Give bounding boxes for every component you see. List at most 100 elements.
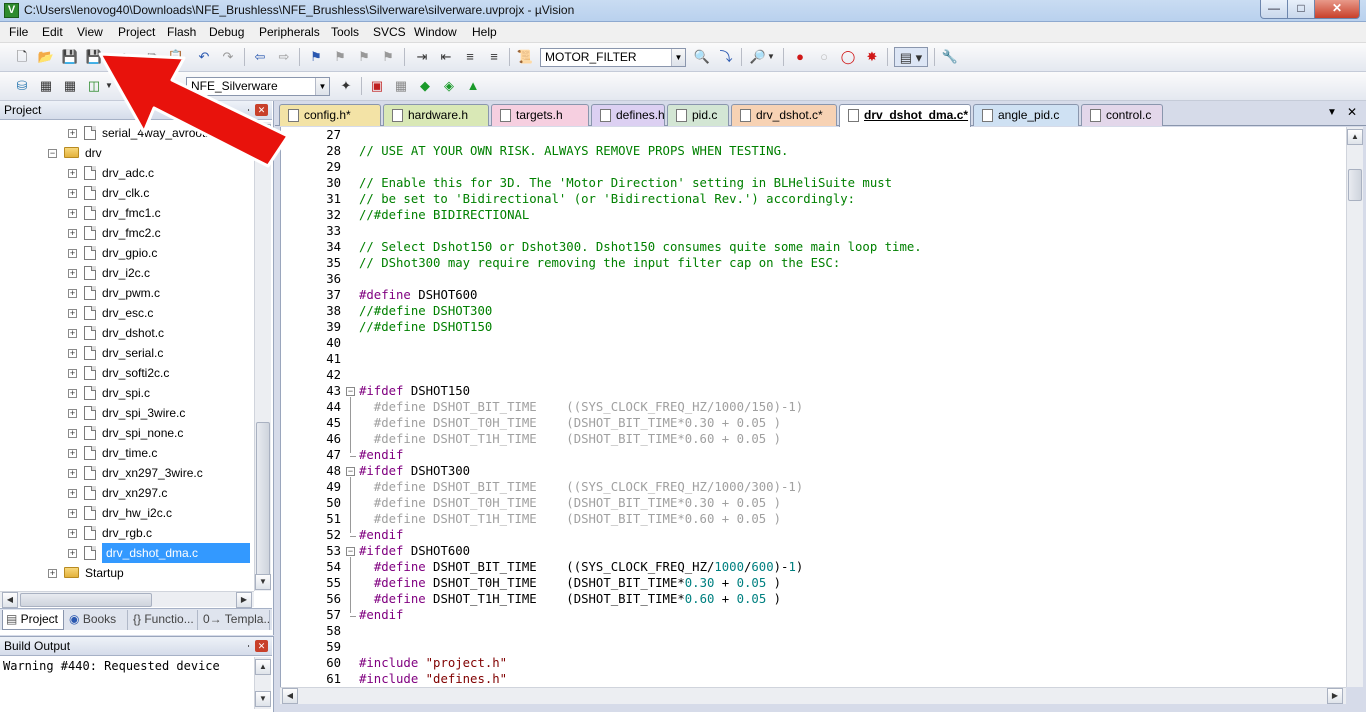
select-packs-button[interactable]: ▦: [391, 76, 411, 96]
menu-flash[interactable]: Flash: [167, 25, 196, 39]
enable-breakpoint-button[interactable]: ○: [814, 47, 834, 67]
debug-session-button[interactable]: 🔎: [748, 47, 768, 67]
tab-list-dropdown-icon[interactable]: ▼: [1327, 107, 1337, 118]
bookmark-next-button[interactable]: ⚑: [354, 47, 374, 67]
expand-icon[interactable]: +: [68, 349, 77, 358]
editor-tab[interactable]: hardware.h: [383, 104, 489, 126]
expand-icon[interactable]: +: [68, 389, 77, 398]
scroll-down-icon[interactable]: ▼: [255, 691, 271, 707]
tab-books[interactable]: ◉ Books: [66, 610, 128, 630]
expand-icon[interactable]: +: [68, 429, 77, 438]
menu-window[interactable]: Window: [414, 25, 457, 39]
menu-svcs[interactable]: SVCS: [373, 25, 406, 39]
scroll-up-icon[interactable]: ▲: [1347, 129, 1363, 145]
expand-icon[interactable]: +: [68, 129, 77, 138]
expand-icon[interactable]: +: [68, 329, 77, 338]
expand-icon[interactable]: +: [68, 169, 77, 178]
tree-file[interactable]: + drv_serial.c: [0, 343, 256, 363]
expand-icon[interactable]: +: [68, 509, 77, 518]
expand-icon[interactable]: +: [68, 309, 77, 318]
expand-icon[interactable]: +: [68, 369, 77, 378]
expand-icon[interactable]: +: [68, 449, 77, 458]
tree-file[interactable]: + drv_time.c: [0, 443, 256, 463]
editor-tab[interactable]: drv_dshot.c*: [731, 104, 837, 126]
expand-icon[interactable]: +: [68, 469, 77, 478]
scroll-up-icon[interactable]: ▲: [255, 659, 271, 675]
tree-file[interactable]: + drv_hw_i2c.c: [0, 503, 256, 523]
menu-view[interactable]: View: [77, 25, 103, 39]
tree-file[interactable]: + drv_spi.c: [0, 383, 256, 403]
editor-tab[interactable]: drv_dshot_dma.c*: [839, 104, 971, 127]
tree-file[interactable]: + drv_xn297_3wire.c: [0, 463, 256, 483]
incremental-find-button[interactable]: ⤵: [716, 47, 736, 67]
expand-icon[interactable]: +: [48, 569, 57, 578]
scroll-right-icon[interactable]: ▶: [236, 592, 252, 608]
editor-tab[interactable]: angle_pid.c: [973, 104, 1079, 126]
insert-breakpoint-button[interactable]: ●: [790, 47, 810, 67]
disable-all-breakpoints-button[interactable]: ◯: [838, 47, 858, 67]
tree-file[interactable]: + drv_fmc2.c: [0, 223, 256, 243]
comment-button[interactable]: ≡: [460, 47, 480, 67]
expand-icon[interactable]: +: [68, 269, 77, 278]
fold-toggle-icon[interactable]: −: [346, 467, 355, 476]
indent-button[interactable]: ⇥: [412, 47, 432, 67]
expand-icon[interactable]: +: [68, 209, 77, 218]
expand-icon[interactable]: +: [68, 529, 77, 538]
bookmark-clear-button[interactable]: ⚑: [378, 47, 398, 67]
tab-templates[interactable]: 0→ Templa...: [200, 610, 270, 630]
tree-scroll-thumb[interactable]: [256, 422, 270, 582]
tree-file[interactable]: + drv_spi_3wire.c: [0, 403, 256, 423]
expand-icon[interactable]: +: [68, 489, 77, 498]
rebuild-button[interactable]: ▦: [60, 76, 80, 96]
pack-installer-button[interactable]: ◈: [439, 76, 459, 96]
translate-button[interactable]: ⛁: [12, 76, 32, 96]
bookmark-prev-button[interactable]: ⚑: [330, 47, 350, 67]
open-file-button[interactable]: 📂: [36, 47, 56, 67]
expand-icon[interactable]: +: [68, 289, 77, 298]
scroll-left-icon[interactable]: ◀: [282, 688, 298, 704]
tree-file[interactable]: + drv_xn297.c: [0, 483, 256, 503]
target-options-button[interactable]: ✦: [336, 76, 356, 96]
bookmark-toggle-button[interactable]: ⚑: [306, 47, 326, 67]
window-layout-button[interactable]: ▤ ▾: [894, 47, 928, 67]
manage-rte-button[interactable]: ◆: [415, 76, 435, 96]
close-button[interactable]: ✕: [1314, 0, 1360, 19]
menu-help[interactable]: Help: [472, 25, 497, 39]
editor-vertical-scrollbar[interactable]: ▲: [1346, 127, 1363, 687]
tree-file[interactable]: + drv_rgb.c: [0, 523, 256, 543]
code-editor[interactable]: 27 28 29 30 31 32 33 34 35 36 37 38 39 40 41 42 43−44 45 4…: [280, 127, 1346, 687]
editor-tab[interactable]: defines.h: [591, 104, 665, 126]
scroll-right-icon[interactable]: ▶: [1327, 688, 1343, 704]
editor-scroll-thumb[interactable]: [1348, 169, 1362, 201]
menu-peripherals[interactable]: Peripherals: [259, 25, 320, 39]
scroll-down-icon[interactable]: ▼: [255, 574, 271, 590]
tree-horizontal-scrollbar[interactable]: ◀ ▶: [0, 591, 254, 608]
expand-icon[interactable]: +: [68, 229, 77, 238]
expand-icon[interactable]: +: [68, 549, 77, 558]
menu-debug[interactable]: Debug: [209, 25, 244, 39]
editor-tab[interactable]: control.c: [1081, 104, 1163, 126]
tree-file[interactable]: + drv_i2c.c: [0, 263, 256, 283]
new-file-button[interactable]: 🗋: [12, 47, 32, 67]
minimize-button[interactable]: —: [1260, 0, 1288, 19]
unindent-button[interactable]: ⇤: [436, 47, 456, 67]
editor-tab[interactable]: pid.c: [667, 104, 729, 126]
kill-all-breakpoints-button[interactable]: ✸: [862, 47, 882, 67]
editor-tab[interactable]: targets.h: [491, 104, 589, 126]
scroll-left-icon[interactable]: ◀: [2, 592, 18, 608]
tree-folder[interactable]: + Startup: [0, 563, 256, 583]
close-icon[interactable]: ✕: [1347, 105, 1357, 119]
tab-project[interactable]: ▤ Project: [2, 610, 64, 630]
build-button[interactable]: ▦: [36, 76, 56, 96]
tree-file[interactable]: + drv_softi2c.c: [0, 363, 256, 383]
close-icon[interactable]: ✕: [255, 640, 268, 652]
tab-functions[interactable]: {} Functio...: [130, 610, 198, 630]
build-output-scrollbar[interactable]: ▲ ▼: [254, 657, 271, 709]
expand-icon[interactable]: +: [68, 189, 77, 198]
editor-horizontal-scrollbar[interactable]: ◀ ▶: [280, 687, 1346, 704]
configure-button[interactable]: 🔧: [940, 47, 960, 67]
save-button[interactable]: 💾: [60, 47, 80, 67]
fold-toggle-icon[interactable]: −: [346, 547, 355, 556]
tree-file[interactable]: + drv_pwm.c: [0, 283, 256, 303]
menu-file[interactable]: File: [9, 25, 28, 39]
